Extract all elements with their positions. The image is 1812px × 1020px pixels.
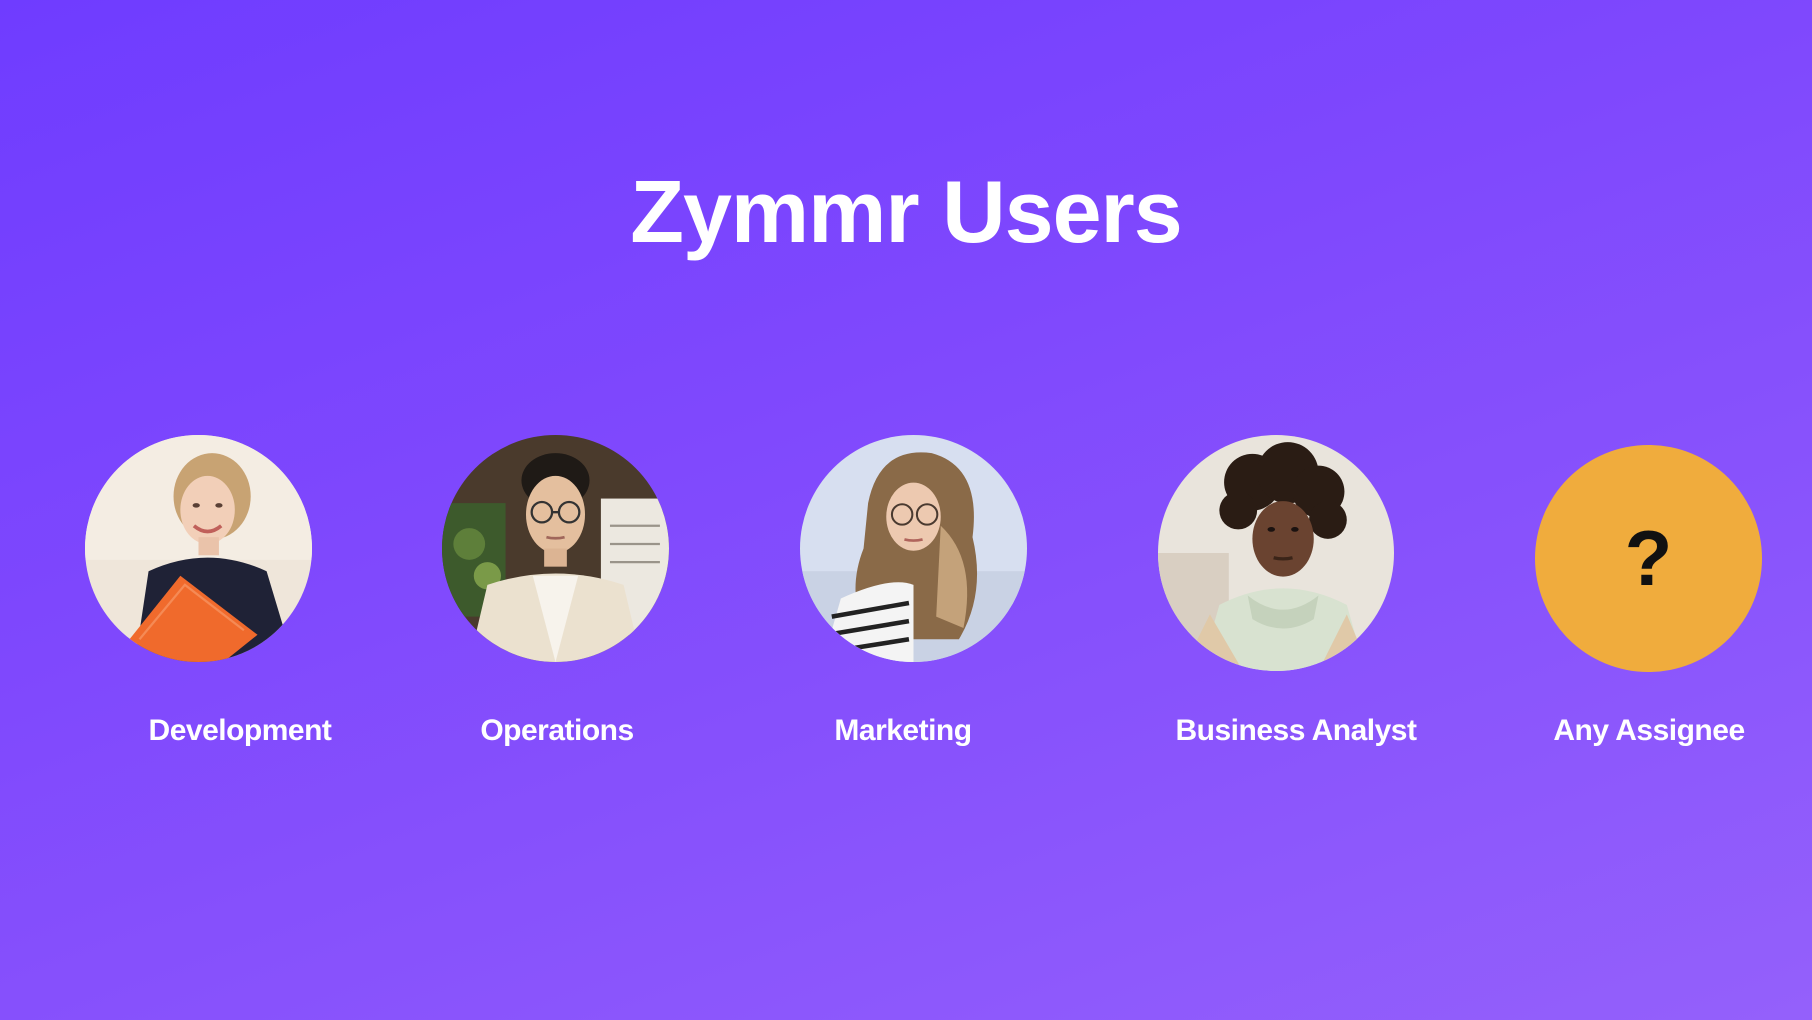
question-mark-icon: ? — [1624, 513, 1673, 602]
avatar-development[interactable] — [85, 435, 312, 662]
woman-photo-icon — [85, 435, 312, 662]
avatar-marketing[interactable] — [800, 435, 1027, 662]
avatar-operations[interactable] — [442, 435, 669, 662]
user-label-business-analyst: Business Analyst — [1175, 714, 1417, 747]
man-photo-icon — [1158, 435, 1394, 671]
page-title: Zymmr Users — [630, 162, 1183, 261]
user-label-any-assignee: Any Assignee — [1553, 714, 1745, 747]
user-label-marketing: Marketing — [834, 714, 972, 747]
avatar-business-analyst[interactable] — [1158, 435, 1394, 671]
avatar-any-assignee[interactable]: ? — [1535, 445, 1762, 672]
woman-photo-icon — [800, 435, 1027, 662]
user-label-development: Development — [148, 714, 332, 747]
man-photo-icon — [442, 435, 669, 662]
user-label-operations: Operations — [480, 714, 634, 747]
